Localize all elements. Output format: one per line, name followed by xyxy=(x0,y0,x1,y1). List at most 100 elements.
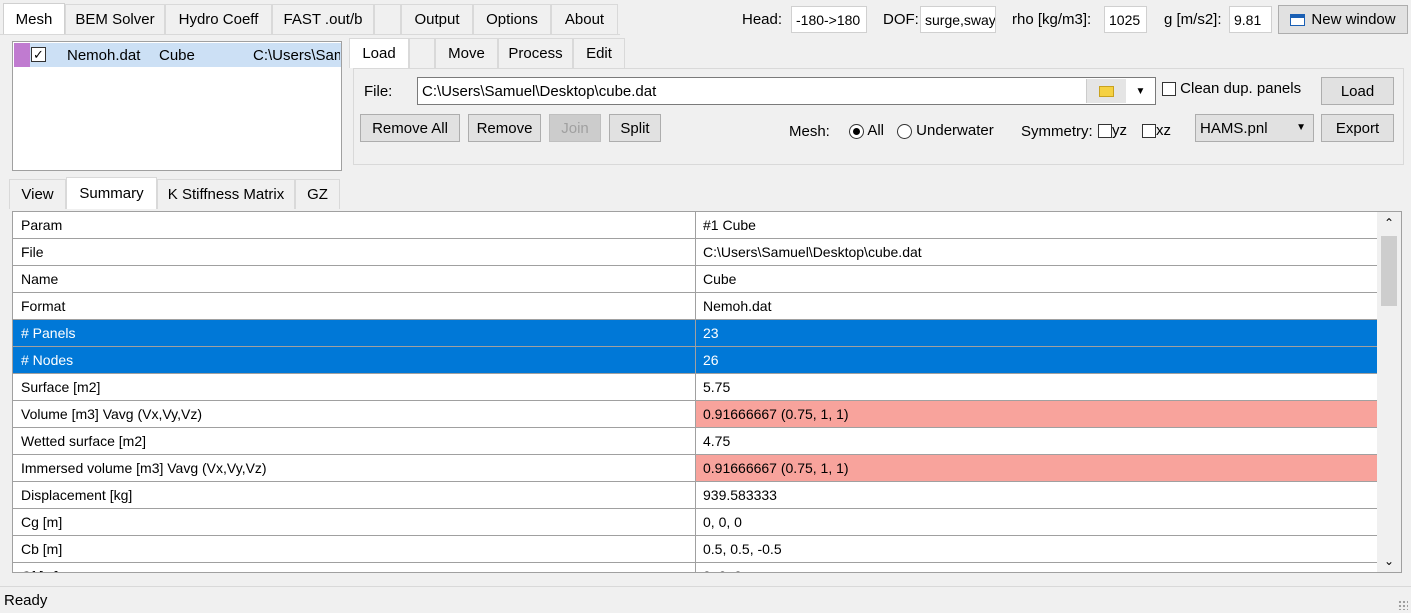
clean-dup-label: Clean dup. panels xyxy=(1180,80,1302,97)
table-row[interactable]: Immersed volume [m3] Vavg (Vx,Vy,Vz) 0.91… xyxy=(13,455,1377,482)
value-cell[interactable]: C:\Users\Samuel\Desktop\cube.dat xyxy=(696,239,1377,265)
export-format-value: HAMS.pnl xyxy=(1200,120,1268,137)
tab-fast-out[interactable]: FAST .out/b xyxy=(272,4,374,34)
dof-input[interactable]: surge,sway xyxy=(920,6,996,33)
table-row[interactable]: Displacement [kg] 939.583333 xyxy=(13,482,1377,509)
clean-dup-checkbox[interactable] xyxy=(1162,82,1176,97)
symmetry-xz-checkbox[interactable] xyxy=(1142,124,1156,139)
value-cell[interactable]: Nemoh.dat xyxy=(696,293,1377,319)
tab-gz[interactable]: GZ xyxy=(295,179,340,209)
tab-gz-label: GZ xyxy=(307,186,328,203)
param-cell[interactable]: Name xyxy=(13,266,696,292)
mesh-color-swatch xyxy=(14,43,30,67)
tab-edit[interactable]: Edit xyxy=(573,38,625,68)
mesh-list-row[interactable]: ✓ Nemoh.dat Cube C:\Users\Samuel\Desktop… xyxy=(14,43,341,67)
table-row[interactable]: Volume [m3] Vavg (Vx,Vy,Vz) 0.91666667 (0… xyxy=(13,401,1377,428)
new-window-button[interactable]: New window xyxy=(1278,5,1408,34)
param-cell[interactable]: # Panels xyxy=(13,320,696,346)
tab-view[interactable]: View xyxy=(9,179,66,209)
resize-grip-icon[interactable] xyxy=(1398,600,1408,610)
mesh-all-option[interactable]: All xyxy=(849,122,884,139)
remove-all-button[interactable]: Remove All xyxy=(360,114,460,142)
param-cell[interactable]: Immersed volume [m3] Vavg (Vx,Vy,Vz) xyxy=(13,455,696,481)
g-input[interactable]: 9.81 xyxy=(1229,6,1272,33)
join-button[interactable]: Join xyxy=(549,114,601,142)
head-input[interactable]: -180->180 xyxy=(791,6,867,33)
param-cell[interactable]: Format xyxy=(13,293,696,319)
tab-output[interactable]: Output xyxy=(401,4,473,34)
table-row[interactable]: # Panels 23 xyxy=(13,320,1377,347)
value-cell[interactable]: 4.75 xyxy=(696,428,1377,454)
scroll-up-icon[interactable]: ⌃ xyxy=(1377,212,1401,234)
table-row[interactable]: Surface [m2] 5.75 xyxy=(13,374,1377,401)
symmetry-xz-option[interactable]: xz xyxy=(1142,122,1171,139)
table-row[interactable]: # Nodes 26 xyxy=(13,347,1377,374)
table-row[interactable]: Cg [m] 0, 0, 0 xyxy=(13,509,1377,536)
table-scrollbar[interactable]: ⌃ ⌄ xyxy=(1377,212,1401,572)
symmetry-yz-checkbox[interactable] xyxy=(1098,124,1112,139)
export-format-select[interactable]: HAMS.pnl ▼ xyxy=(1195,114,1314,142)
export-button[interactable]: Export xyxy=(1321,114,1394,142)
clean-dup-toggle[interactable]: Clean dup. panels xyxy=(1162,80,1301,97)
tab-load[interactable]: Load xyxy=(349,38,409,68)
table-row[interactable]: File C:\Users\Samuel\Desktop\cube.dat xyxy=(13,239,1377,266)
column-header-param[interactable]: Param xyxy=(13,212,696,238)
tab-process[interactable]: Process xyxy=(498,38,573,68)
table-row[interactable]: Cb [m] 0.5, 0.5, -0.5 xyxy=(13,536,1377,563)
param-cell[interactable]: File xyxy=(13,239,696,265)
mesh-format: Nemoh.dat xyxy=(67,47,141,64)
param-cell[interactable]: Cf [m] xyxy=(13,563,696,572)
value-cell[interactable]: 939.583333 xyxy=(696,482,1377,508)
mesh-all-radio[interactable] xyxy=(849,123,864,139)
tab-mesh[interactable]: Mesh xyxy=(3,3,65,34)
mesh-underwater-radio[interactable] xyxy=(897,123,912,139)
value-cell[interactable]: 0.5, 0.5, -0.5 xyxy=(696,536,1377,562)
mesh-list[interactable]: ✓ Nemoh.dat Cube C:\Users\Samuel\Desktop… xyxy=(12,41,342,171)
tab-action-blank[interactable] xyxy=(409,38,435,68)
param-cell[interactable]: Displacement [kg] xyxy=(13,482,696,508)
mesh-visible-checkbox[interactable]: ✓ xyxy=(31,47,46,62)
table-row[interactable]: Format Nemoh.dat xyxy=(13,293,1377,320)
mesh-underwater-option[interactable]: Underwater xyxy=(897,122,994,139)
summary-table[interactable]: Param #1 Cube File C:\Users\Samuel\Deskto… xyxy=(12,211,1402,573)
value-cell[interactable]: 26 xyxy=(696,347,1377,373)
browse-button[interactable] xyxy=(1086,79,1126,103)
param-cell[interactable]: Volume [m3] Vavg (Vx,Vy,Vz) xyxy=(13,401,696,427)
table-row[interactable]: Name Cube xyxy=(13,266,1377,293)
param-cell[interactable]: Wetted surface [m2] xyxy=(13,428,696,454)
tab-summary[interactable]: Summary xyxy=(66,177,157,209)
tab-options[interactable]: Options xyxy=(473,4,551,34)
tab-bem-solver[interactable]: BEM Solver xyxy=(65,4,165,34)
value-cell[interactable]: 0, 0, 0 xyxy=(696,509,1377,535)
value-cell[interactable]: 5.75 xyxy=(696,374,1377,400)
file-history-dropdown[interactable]: ▼ xyxy=(1126,79,1155,103)
param-cell[interactable]: Surface [m2] xyxy=(13,374,696,400)
value-cell[interactable]: 0.91666667 (0.75, 1, 1) xyxy=(696,401,1377,427)
tab-about[interactable]: About xyxy=(551,4,618,34)
value-cell[interactable]: 23 xyxy=(696,320,1377,346)
column-header-value[interactable]: #1 Cube xyxy=(696,212,1377,238)
param-cell[interactable]: Cg [m] xyxy=(13,509,696,535)
table-row[interactable]: Cf [m]0, 0, 0 xyxy=(13,563,1377,572)
param-cell[interactable]: # Nodes xyxy=(13,347,696,373)
tab-blank[interactable] xyxy=(374,4,401,34)
tab-move[interactable]: Move xyxy=(435,38,498,68)
table-row[interactable]: Wetted surface [m2] 4.75 xyxy=(13,428,1377,455)
scrollbar-thumb[interactable] xyxy=(1381,236,1397,306)
param-cell[interactable]: Cb [m] xyxy=(13,536,696,562)
tab-hydro-coeff[interactable]: Hydro Coeff xyxy=(165,4,272,34)
load-button[interactable]: Load xyxy=(1321,77,1394,105)
rho-input[interactable]: 1025 xyxy=(1104,6,1147,33)
value-cell[interactable]: 0.91666667 (0.75, 1, 1) xyxy=(696,455,1377,481)
value-cell[interactable]: Cube xyxy=(696,266,1377,292)
head-label: Head: xyxy=(742,11,783,28)
remove-button[interactable]: Remove xyxy=(468,114,541,142)
split-button[interactable]: Split xyxy=(609,114,661,142)
scroll-down-icon[interactable]: ⌄ xyxy=(1377,550,1401,572)
tab-k-stiffness[interactable]: K Stiffness Matrix xyxy=(157,179,295,209)
file-path-input[interactable]: C:\Users\Samuel\Desktop\cube.dat xyxy=(417,77,1156,105)
value-cell[interactable]: 0, 0, 0 xyxy=(696,563,1377,572)
tab-hydro-coeff-label: Hydro Coeff xyxy=(178,11,259,28)
tab-output-label: Output xyxy=(414,11,460,28)
symmetry-yz-option[interactable]: yz xyxy=(1098,122,1127,139)
